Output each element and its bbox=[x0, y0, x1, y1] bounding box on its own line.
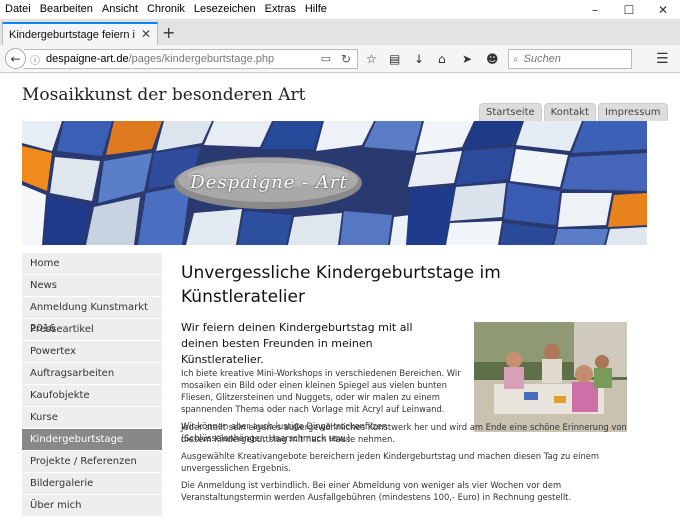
menu-chronik[interactable]: Chronik bbox=[142, 3, 189, 15]
menu-hilfe[interactable]: Hilfe bbox=[300, 3, 331, 15]
bookmark-star-icon[interactable]: ☆ bbox=[366, 52, 377, 66]
paragraph-anmeldung: Die Anmeldung ist verbindlich. Bei einer… bbox=[181, 480, 572, 502]
workshop-photo bbox=[474, 322, 627, 432]
reload-icon[interactable]: ↻ bbox=[341, 52, 351, 66]
send-icon[interactable]: ➤ bbox=[462, 52, 472, 66]
banner-brand-logo: Despaigne - Art bbox=[190, 171, 348, 193]
sidebar-item-powertex[interactable]: Powertex bbox=[22, 341, 162, 363]
library-icon[interactable]: ▤ bbox=[389, 52, 400, 66]
back-arrow-icon: ← bbox=[10, 51, 21, 66]
search-input[interactable] bbox=[523, 53, 619, 65]
menu-ansicht[interactable]: Ansicht bbox=[97, 3, 142, 15]
download-icon[interactable]: ↓ bbox=[414, 52, 424, 66]
url-host: despaigne-art.de bbox=[46, 53, 129, 65]
tab-title: Kindergeburtstage feiern im K... bbox=[9, 28, 135, 41]
sidebar-item-anmeldung-kunstmarkt[interactable]: Anmeldung Kunstmarkt 2016 bbox=[22, 297, 162, 334]
sidebar-nav: Home News Anmeldung Kunstmarkt 2016 Pres… bbox=[22, 253, 162, 517]
page-viewport: Mosaikkunst der besonderen Art Startseit… bbox=[0, 74, 680, 525]
sidebar-item-kindergeburtstage[interactable]: Kindergeburtstage bbox=[22, 429, 162, 451]
sidebar-item-bildergalerie[interactable]: Bildergalerie bbox=[22, 473, 162, 495]
topnav-kontakt[interactable]: Kontakt bbox=[543, 103, 596, 121]
sidebar-item-news[interactable]: News bbox=[22, 275, 162, 297]
paragraph-kreativangebote: Ausgewählte Kreativangebote bereichern j… bbox=[181, 451, 600, 473]
window-controls: – ☐ ✕ bbox=[578, 0, 680, 20]
main-content: Unvergessliche Kindergeburtstage im Küns… bbox=[162, 245, 647, 525]
menu-extras[interactable]: Extras bbox=[260, 3, 300, 15]
sidebar-item-presseartikel[interactable]: Presseartikel bbox=[22, 319, 162, 341]
paragraph-kunstwerk: Jeder stellt sein eigenes außergewöhnlic… bbox=[181, 422, 627, 444]
site-info-icon[interactable]: ⓘ bbox=[30, 52, 40, 67]
menu-datei[interactable]: Datei bbox=[0, 3, 35, 15]
mosaic-banner: Despaigne - Art bbox=[22, 121, 647, 245]
topnav-impressum[interactable]: Impressum bbox=[597, 103, 668, 121]
maximize-button[interactable]: ☐ bbox=[612, 0, 646, 20]
menu-lesezeichen[interactable]: Lesezeichen bbox=[189, 3, 260, 15]
tab-active[interactable]: Kindergeburtstage feiern im K... ✕ bbox=[2, 22, 158, 45]
sidebar-item-kaufobjekte[interactable]: Kaufobjekte bbox=[22, 385, 162, 407]
paragraph-workshops: Ich biete kreative Mini-Workshops in ver… bbox=[181, 368, 461, 414]
close-window-button[interactable]: ✕ bbox=[646, 0, 680, 20]
reader-view-icon[interactable]: ▭ bbox=[321, 52, 331, 65]
search-bar[interactable]: ⌕ bbox=[508, 49, 632, 69]
page-heading: Unvergessliche Kindergeburtstage im Küns… bbox=[181, 263, 501, 307]
menu-hamburger-icon[interactable]: ☰ bbox=[656, 51, 669, 67]
back-button[interactable]: ← bbox=[5, 48, 26, 69]
children-crafting-photo bbox=[474, 322, 627, 432]
topnav-startseite[interactable]: Startseite bbox=[479, 103, 542, 121]
sidebar-item-projekte[interactable]: Projekte / Referenzen bbox=[22, 451, 162, 473]
tab-strip: Kindergeburtstage feiern im K... ✕ + bbox=[0, 19, 680, 45]
minimize-button[interactable]: – bbox=[578, 0, 612, 20]
detail-paragraphs: Jeder stellt sein eigenes außergewöhnlic… bbox=[181, 421, 631, 508]
site-title: Mosaikkunst der besonderen Art bbox=[22, 85, 306, 105]
new-tab-button[interactable]: + bbox=[162, 23, 175, 42]
search-icon: ⌕ bbox=[513, 53, 519, 65]
lead-text: Wir feiern deinen Kindergeburtstag mit a… bbox=[181, 321, 413, 366]
chat-icon[interactable]: ☻ bbox=[486, 52, 499, 66]
sidebar-item-auftragsarbeiten[interactable]: Auftragsarbeiten bbox=[22, 363, 162, 385]
close-tab-icon[interactable]: ✕ bbox=[141, 27, 151, 41]
address-bar[interactable]: ⓘ despaigne-art.de /pages/kindergeburtst… bbox=[24, 49, 358, 69]
top-nav: Startseite Kontakt Impressum bbox=[479, 103, 668, 121]
navigation-bar: ⓘ despaigne-art.de /pages/kindergeburtst… bbox=[0, 45, 680, 73]
sidebar-item-home[interactable]: Home bbox=[22, 253, 162, 275]
home-icon[interactable]: ⌂ bbox=[438, 52, 446, 66]
menu-bearbeiten[interactable]: Bearbeiten bbox=[35, 3, 97, 15]
sidebar-item-ueber-mich[interactable]: Über mich bbox=[22, 495, 162, 517]
url-path: /pages/kindergeburtstage.php bbox=[128, 53, 275, 65]
sidebar-item-kurse[interactable]: Kurse bbox=[22, 407, 162, 429]
